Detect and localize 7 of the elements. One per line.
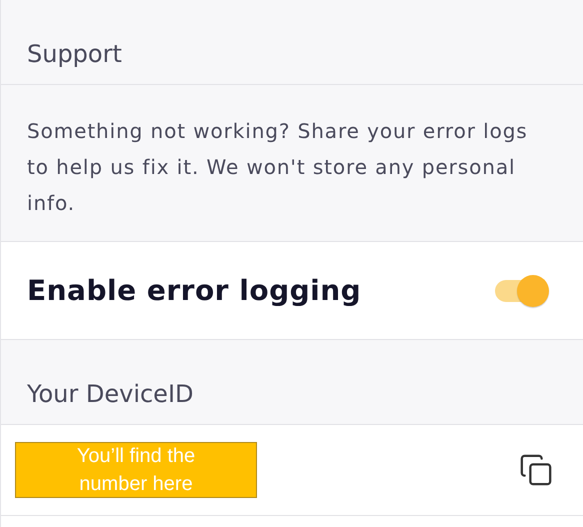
toggle-switch[interactable] xyxy=(493,274,551,308)
section-title: Support xyxy=(27,40,122,68)
section-title: Your DeviceID xyxy=(27,380,194,408)
annotation-callout: You’ll find the number here xyxy=(15,442,257,498)
copy-icon[interactable] xyxy=(519,453,553,487)
setting-label: Enable error logging xyxy=(27,274,362,307)
description-text: Something not working? Share your error logs to help us fix it. We won't store any personal info. xyxy=(27,118,529,217)
